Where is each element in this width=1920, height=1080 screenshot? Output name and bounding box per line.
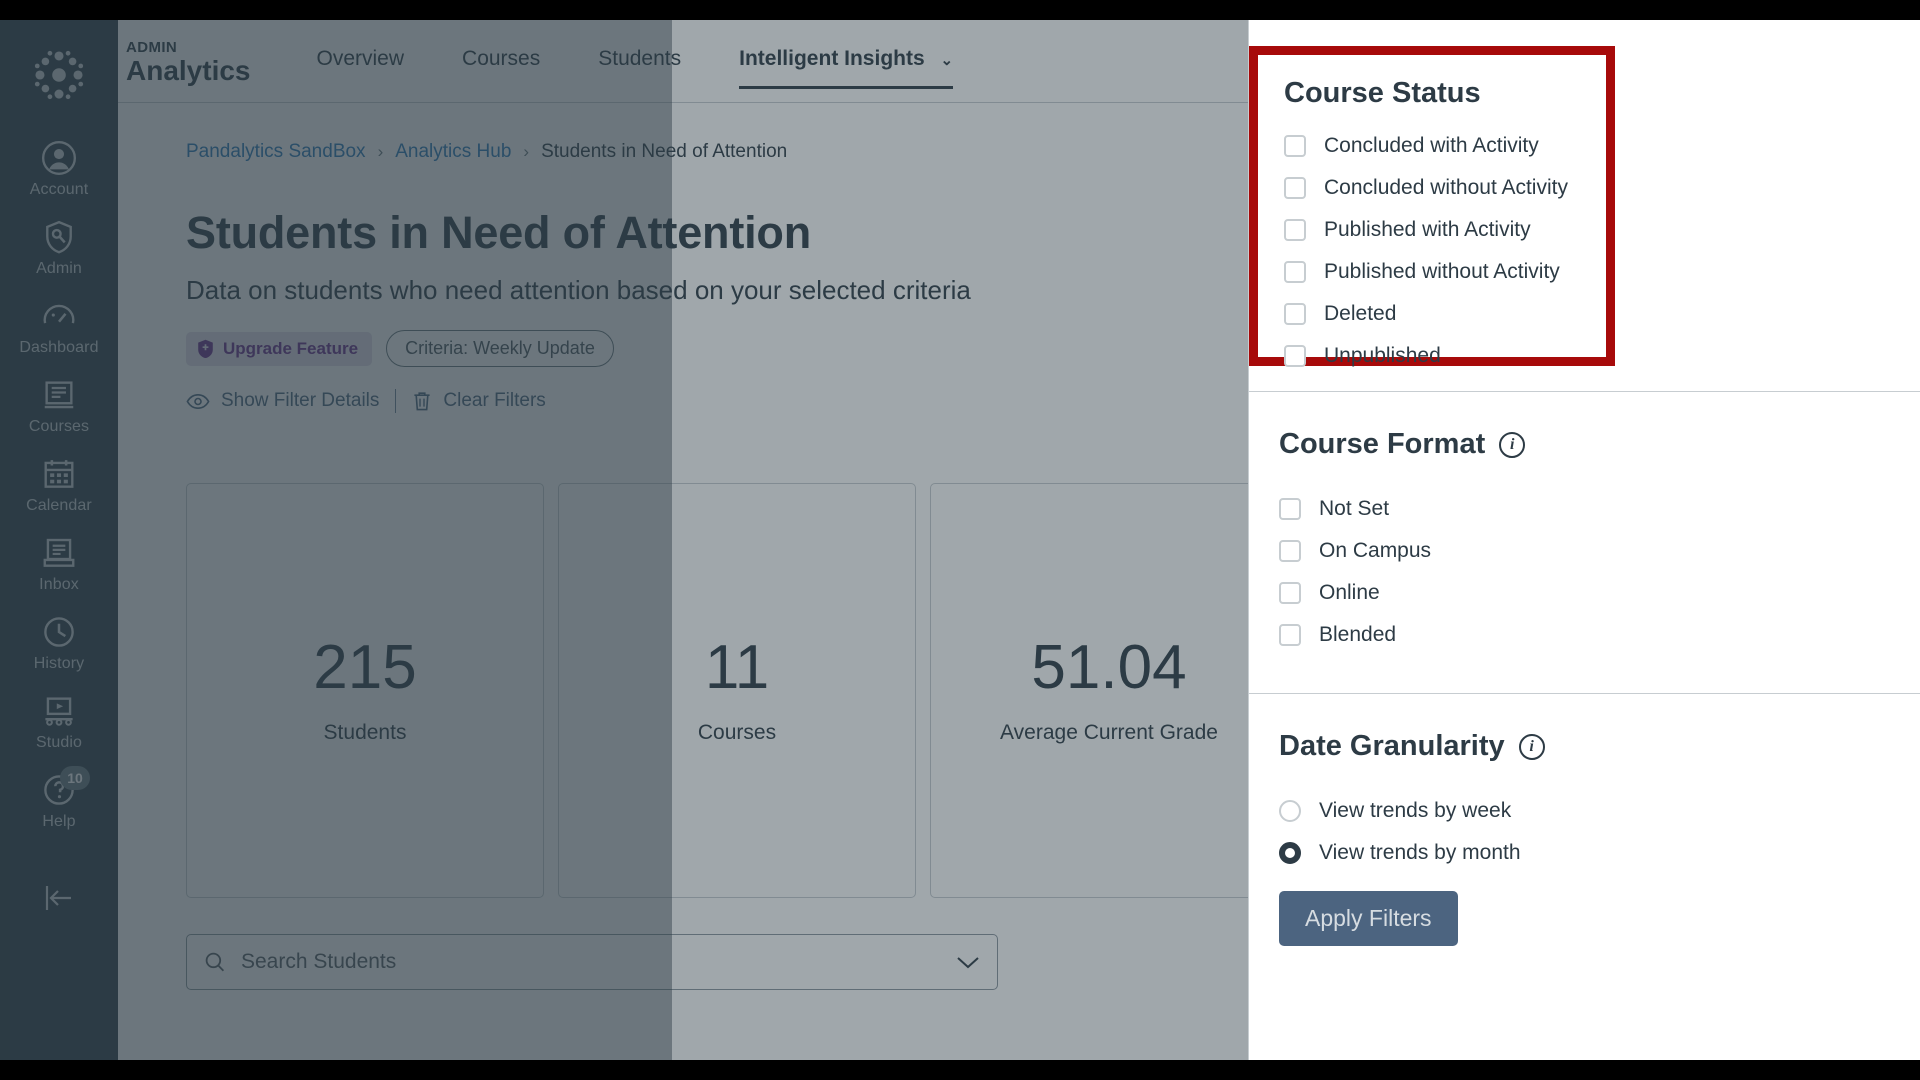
- course-status-title-hl: Course Status: [1284, 77, 1481, 109]
- checkbox-on-campus[interactable]: On Campus: [1279, 539, 1890, 563]
- tray-scrollbar[interactable]: [0, 20, 10, 1060]
- checkbox-box[interactable]: [1284, 177, 1306, 199]
- radio-label: View trends by month: [1319, 841, 1521, 864]
- apply-filters-button[interactable]: Apply Filters: [1279, 891, 1458, 946]
- checkbox-blended[interactable]: Blended: [1279, 623, 1890, 647]
- radio-circle-selected[interactable]: [1279, 842, 1301, 864]
- tray-footer: Apply Filters: [1249, 865, 1920, 946]
- course-format-header: Course Format i: [1279, 428, 1890, 461]
- checkbox-concluded-with-activity-hl[interactable]: Concluded with Activity: [1284, 134, 1580, 158]
- checkbox-box[interactable]: [1284, 345, 1306, 367]
- course-status-highlighted: Course Status Concluded with Activity Co…: [1258, 55, 1606, 368]
- checkbox-box[interactable]: [1279, 498, 1301, 520]
- checkbox-box[interactable]: [1284, 135, 1306, 157]
- checkbox-unpublished-hl[interactable]: Unpublished: [1284, 344, 1580, 368]
- checkbox-box[interactable]: [1279, 540, 1301, 562]
- info-icon[interactable]: i: [1518, 733, 1545, 760]
- checkbox-not-set[interactable]: Not Set: [1279, 497, 1890, 521]
- checkbox-label: Not Set: [1319, 497, 1390, 520]
- checkbox-published-without-activity-hl[interactable]: Published without Activity: [1284, 260, 1580, 284]
- checkbox-box[interactable]: [1284, 303, 1306, 325]
- date-granularity-section: Date Granularity i View trends by week V…: [1249, 694, 1920, 865]
- checkbox-label: Concluded without Activity: [1324, 176, 1568, 199]
- info-icon[interactable]: i: [1499, 431, 1526, 458]
- checkbox-label: Unpublished: [1324, 344, 1441, 367]
- date-granularity-header: Date Granularity i: [1279, 730, 1890, 763]
- checkbox-label: Blended: [1319, 623, 1397, 646]
- checkbox-box[interactable]: [1284, 219, 1306, 241]
- radio-view-trends-by-week[interactable]: View trends by week: [1279, 799, 1890, 823]
- checkbox-label: Deleted: [1324, 302, 1397, 325]
- course-format-title: Course Format: [1279, 428, 1486, 460]
- checkbox-label: Concluded with Activity: [1324, 134, 1539, 157]
- checkbox-online[interactable]: Online: [1279, 581, 1890, 605]
- course-status-highlight: Course Status Concluded with Activity Co…: [1249, 46, 1615, 368]
- checkbox-label: Online: [1319, 581, 1380, 604]
- checkbox-label: On Campus: [1319, 539, 1432, 562]
- radio-label: View trends by week: [1319, 799, 1512, 822]
- checkbox-label: Published with Activity: [1324, 218, 1531, 241]
- checkbox-label: Published without Activity: [1324, 260, 1560, 283]
- checkbox-box[interactable]: [1284, 261, 1306, 283]
- radio-view-trends-by-month[interactable]: View trends by month: [1279, 841, 1890, 865]
- radio-circle[interactable]: [1279, 800, 1301, 822]
- date-granularity-title: Date Granularity: [1279, 730, 1505, 762]
- checkbox-box[interactable]: [1279, 582, 1301, 604]
- checkbox-box[interactable]: [1279, 624, 1301, 646]
- checkbox-concluded-without-activity-hl[interactable]: Concluded without Activity: [1284, 176, 1580, 200]
- course-format-section: Course Format i Not Set On Campus Online…: [1249, 392, 1920, 647]
- checkbox-deleted-hl[interactable]: Deleted: [1284, 302, 1580, 326]
- screenshot-root: Account Admin Dashboard Courses Calendar…: [0, 0, 1920, 1080]
- app-window: Account Admin Dashboard Courses Calendar…: [0, 20, 1920, 1060]
- checkbox-published-with-activity-hl[interactable]: Published with Activity: [1284, 218, 1580, 242]
